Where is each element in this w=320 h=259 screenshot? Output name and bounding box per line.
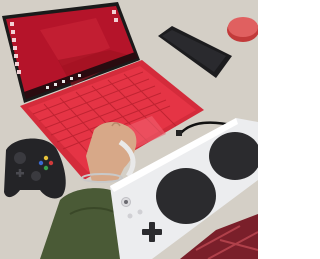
photo-scene <box>0 0 258 259</box>
photo-canvas <box>0 0 258 259</box>
left-stick <box>14 152 26 164</box>
menu-button <box>137 209 143 215</box>
y-button <box>43 155 49 161</box>
dpad-vertical <box>149 222 155 242</box>
dpad-v <box>18 169 22 177</box>
x-button <box>38 160 44 166</box>
cable-plug <box>176 130 182 136</box>
compact <box>227 17 258 42</box>
big-button-left <box>156 168 216 224</box>
a-button <box>43 165 49 171</box>
right-stick <box>31 171 41 181</box>
compact-lid <box>228 17 258 37</box>
view-button <box>127 213 133 219</box>
b-button <box>48 160 54 166</box>
